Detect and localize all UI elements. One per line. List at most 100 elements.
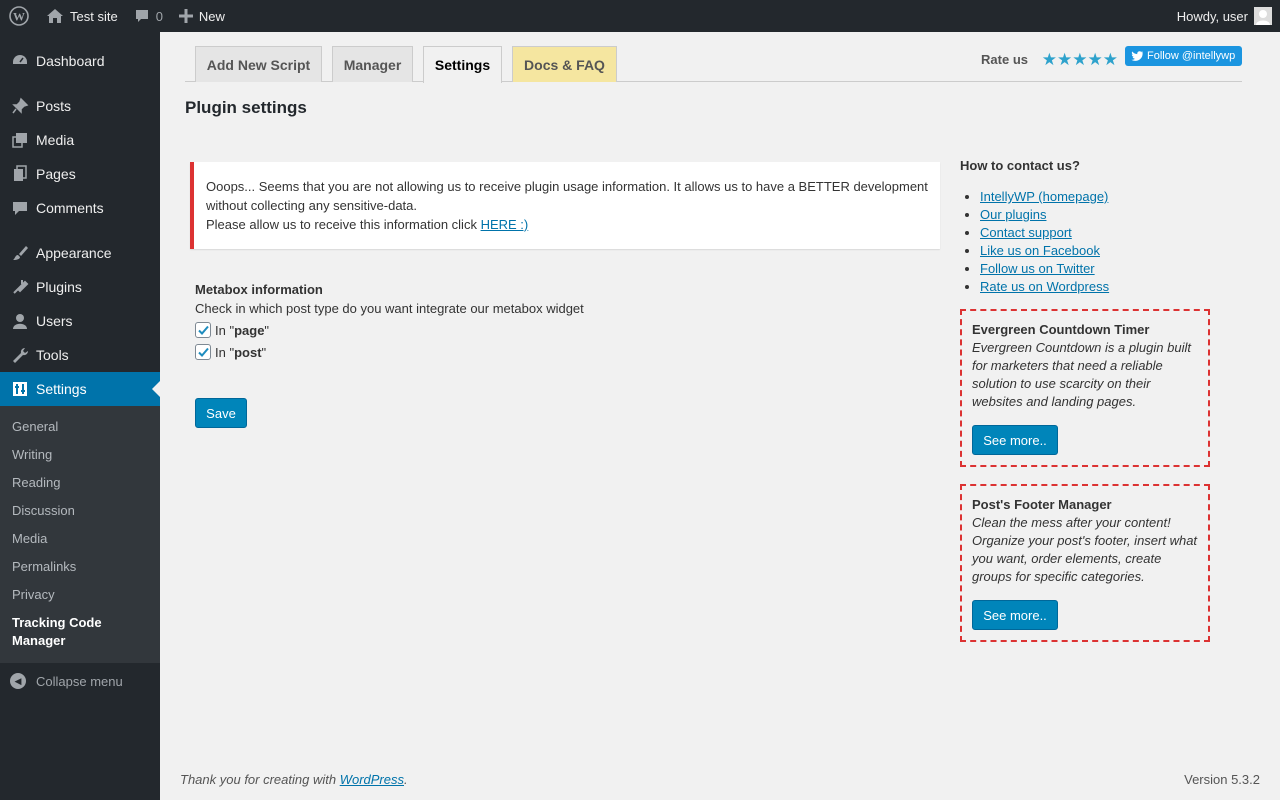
sidebar-item-appearance[interactable]: Appearance [0,236,160,270]
home-icon [46,8,64,24]
site-name: Test site [70,8,118,24]
sidebar-item-settings[interactable]: Settings [0,372,160,406]
notice-allow-line: Please allow us to receive this informat… [206,217,529,232]
list-item: Our plugins [980,206,1220,224]
star-icon[interactable]: ★ [1072,51,1087,68]
metabox-title: Metabox information [195,282,323,297]
wordpress-logo-icon: W [9,6,29,26]
site-name-link[interactable]: Test site [38,0,126,32]
promo-footer-manager: Post's Footer Manager Clean the mess aft… [960,484,1210,642]
submenu-item-media[interactable]: Media [0,525,160,553]
promo-evergreen-countdown: Evergreen Countdown Timer Evergreen Coun… [960,309,1210,467]
sliders-icon [10,379,30,399]
admin-sidebar: Dashboard Posts Media Pages Comments App… [0,32,160,800]
collapse-menu-button[interactable]: ◀ Collapse menu [0,663,160,699]
main-content: Add New Script Manager Settings Docs & F… [160,32,1280,800]
checkmark-icon [197,325,209,335]
tab-add-new-script[interactable]: Add New Script [195,46,322,82]
wordpress-link[interactable]: WordPress [340,772,404,787]
twitter-bird-icon [1131,51,1147,61]
admin-bar: W Test site 0 New Howdy, user [0,0,1280,32]
twitter-follow-button[interactable]: Follow @intellywp [1125,46,1242,66]
sidebar-item-comments[interactable]: Comments [0,191,160,225]
wrench-icon [10,345,30,365]
submenu-item-discussion[interactable]: Discussion [0,497,160,525]
list-item: Contact support [980,224,1220,242]
post-post-type-option[interactable]: In " post " [195,344,915,360]
contact-box: How to contact us? IntellyWP (homepage) … [960,158,1220,296]
comments-link[interactable]: 0 [126,0,171,32]
submenu-item-permalinks[interactable]: Permalinks [0,553,160,581]
rate-wordpress-link[interactable]: Rate us on Wordpress [980,279,1109,294]
list-item: Rate us on Wordpress [980,278,1220,296]
tab-manager[interactable]: Manager [332,46,413,82]
plug-icon [10,277,30,297]
comments-count: 0 [155,8,163,24]
admin-footer: Thank you for creating with WordPress. V… [180,772,1260,787]
tab-docs-faq[interactable]: Docs & FAQ [512,46,617,82]
wordpress-logo-button[interactable]: W [0,0,38,32]
save-button[interactable]: Save [195,398,247,428]
metabox-settings: Metabox information Check in which post … [195,282,915,360]
svg-text:W: W [13,10,25,24]
sidebar-item-plugins[interactable]: Plugins [0,270,160,304]
settings-submenu: General Writing Reading Discussion Media… [0,406,160,663]
howdy-text: Howdy, user [1176,8,1248,24]
new-content-link[interactable]: New [171,0,233,32]
homepage-link[interactable]: IntellyWP (homepage) [980,189,1108,204]
user-icon [10,311,30,331]
submenu-item-writing[interactable]: Writing [0,441,160,469]
page-title: Plugin settings [185,98,307,117]
post-checkbox[interactable] [195,344,211,360]
pages-icon [10,164,30,184]
submenu-item-privacy[interactable]: Privacy [0,581,160,609]
sidebar-item-dashboard[interactable]: Dashboard [0,44,160,78]
pin-icon [10,96,30,116]
sidebar-item-pages[interactable]: Pages [0,157,160,191]
sidebar-item-posts[interactable]: Posts [0,89,160,123]
account-menu[interactable]: Howdy, user [1177,7,1280,25]
allow-tracking-link[interactable]: HERE :) [481,217,529,232]
comment-icon [10,198,30,218]
dashboard-icon [10,51,30,71]
rate-us-label: Rate us [981,52,1028,67]
star-icon[interactable]: ★ [1088,51,1103,68]
promo-title: Post's Footer Manager [972,497,1112,512]
promo-text: Clean the mess after your content! Organ… [972,515,1198,584]
plus-icon [178,9,193,23]
tab-settings[interactable]: Settings [423,46,502,83]
twitter-link[interactable]: Follow us on Twitter [980,261,1095,276]
promo-text: Evergreen Countdown is a plugin built fo… [972,340,1191,409]
submenu-item-reading[interactable]: Reading [0,469,160,497]
list-item: Follow us on Twitter [980,260,1220,278]
our-plugins-link[interactable]: Our plugins [980,207,1046,222]
page-checkbox[interactable] [195,322,211,338]
sidebar-item-users[interactable]: Users [0,304,160,338]
contact-support-link[interactable]: Contact support [980,225,1072,240]
submenu-item-general[interactable]: General [0,413,160,441]
star-icon[interactable]: ★ [1042,51,1057,68]
list-item: Like us on Facebook [980,242,1220,260]
page-post-type-option[interactable]: In " page " [195,322,915,338]
metabox-description: Check in which post type do you want int… [195,301,584,316]
notice-text: Ooops... Seems that you are not allowing… [206,179,928,213]
see-more-button[interactable]: See more.. [972,425,1058,455]
sidebar-item-media[interactable]: Media [0,123,160,157]
list-item: IntellyWP (homepage) [980,188,1220,206]
contact-title: How to contact us? [960,158,1080,173]
star-icon[interactable]: ★ [1103,51,1118,68]
star-icon[interactable]: ★ [1057,51,1072,68]
checkmark-icon [197,347,209,357]
submenu-item-tracking-code-manager[interactable]: Tracking Code Manager [0,609,160,655]
contact-links: IntellyWP (homepage) Our plugins Contact… [960,188,1220,296]
sidebar-item-tools[interactable]: Tools [0,338,160,372]
usage-tracking-notice: Ooops... Seems that you are not allowing… [190,162,940,249]
rating-stars[interactable]: ★ ★ ★ ★ ★ [1042,51,1118,68]
footer-version: Version 5.3.2 [1184,772,1260,787]
media-icon [10,130,30,150]
comment-bubble-icon [134,8,150,24]
facebook-link[interactable]: Like us on Facebook [980,243,1100,258]
see-more-button[interactable]: See more.. [972,600,1058,630]
new-label: New [198,8,225,24]
avatar-icon [1254,7,1272,25]
